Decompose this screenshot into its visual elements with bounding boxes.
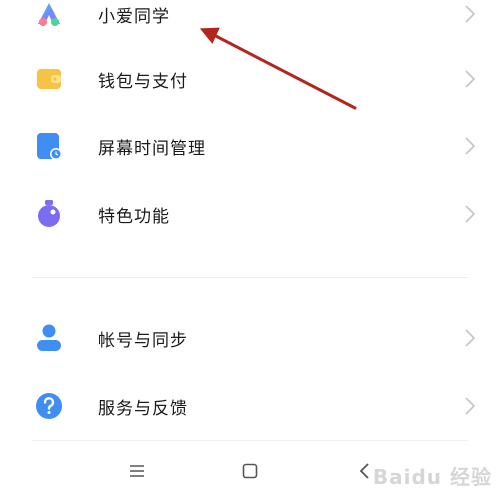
screen-time-icon	[34, 131, 64, 161]
settings-item-xiaoai[interactable]: 小爱同学	[0, 0, 500, 42]
features-icon	[34, 199, 64, 229]
home-icon[interactable]	[235, 456, 265, 486]
settings-item-label: 钱包与支付	[98, 71, 188, 92]
navbar-divider	[32, 440, 468, 441]
chevron-right-icon	[465, 329, 476, 347]
menu-icon[interactable]	[122, 456, 152, 486]
settings-item-label: 帐号与同步	[98, 330, 188, 351]
settings-item-wallet[interactable]: 钱包与支付	[0, 51, 500, 107]
wallet-icon	[34, 64, 64, 94]
settings-item-features[interactable]: 特色功能	[0, 186, 500, 242]
chevron-right-icon	[465, 137, 476, 155]
help-icon	[34, 391, 64, 421]
account-icon	[34, 323, 64, 353]
chevron-right-icon	[465, 5, 476, 23]
settings-item-screen-time[interactable]: 屏幕时间管理	[0, 118, 500, 174]
settings-item-label: 特色功能	[98, 206, 170, 227]
section-divider	[32, 277, 468, 278]
settings-item-label: 小爱同学	[98, 6, 170, 27]
settings-item-feedback[interactable]: 服务与反馈	[0, 378, 500, 434]
settings-item-label: 屏幕时间管理	[98, 138, 206, 159]
chevron-right-icon	[465, 397, 476, 415]
chevron-right-icon	[465, 205, 476, 223]
chevron-right-icon	[465, 70, 476, 88]
settings-item-account[interactable]: 帐号与同步	[0, 310, 500, 366]
settings-item-label: 服务与反馈	[98, 398, 188, 419]
xiaoai-icon	[34, 0, 64, 29]
baidu-watermark: Baidu 经验	[372, 465, 492, 489]
